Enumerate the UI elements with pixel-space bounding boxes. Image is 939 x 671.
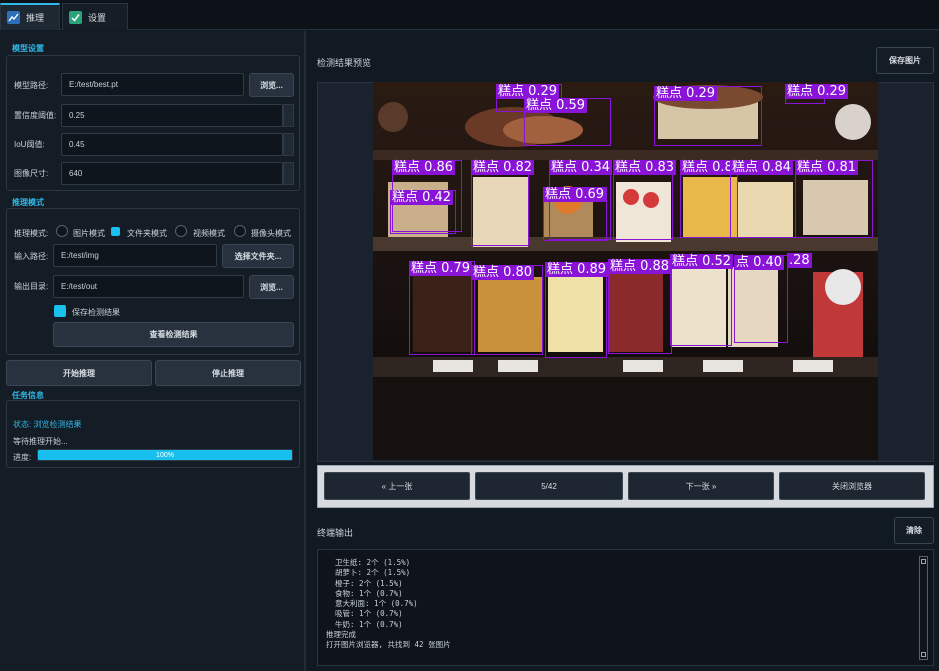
detection-label: 糕点 0.69 (543, 187, 607, 202)
terminal-output[interactable]: 卫生纸: 2个 (1.5%) 胡萝卜: 2个 (1.5%) 橙子: 2个 (1.… (317, 549, 934, 666)
detection-label: 糕点 0.81 (795, 160, 859, 175)
radio-label: 摄像头模式 (251, 229, 291, 238)
next-image-button[interactable]: 下一张 » (628, 472, 774, 500)
detection-label: 糕点 0.83 (613, 160, 677, 175)
terminal-line: 橙子: 2个 (1.5%) (326, 578, 403, 588)
stop-inference-button[interactable]: 停止推理 (155, 360, 301, 386)
view-results-button[interactable]: 查看检测结果 (53, 322, 294, 347)
inference-mode-title: 推理模式 (12, 198, 44, 207)
model-browse-button[interactable]: 浏览... (249, 73, 294, 97)
output-browse-button[interactable]: 浏览... (249, 275, 294, 299)
input-path-input[interactable]: E:/test/img (53, 244, 217, 267)
progress-percent: 100% (156, 451, 174, 459)
terminal-line: 牛奶: 1个 (0.7%) (326, 619, 403, 629)
progress-fill: 100% (38, 450, 292, 460)
terminal-line: 推理完成 (326, 630, 356, 640)
detection-label: 糕点 0.52 (670, 254, 734, 269)
terminal-scrollbar[interactable] (919, 556, 928, 660)
start-inference-button[interactable]: 开始推理 (6, 360, 152, 386)
detection-label: 糕点 0.82 (471, 160, 535, 175)
detection-label: 糕点 0.29 (785, 84, 849, 99)
save-results-checkbox[interactable] (54, 305, 66, 317)
status-message: 等待推理开始... (13, 437, 68, 446)
detection-label: .28 (787, 253, 812, 268)
tab-settings[interactable]: 设置 (62, 3, 128, 30)
model-path-label: 模型路径: (14, 81, 49, 90)
conf-label: 置信度阈值: (14, 111, 57, 120)
radio-video-mode[interactable] (175, 225, 187, 237)
scroll-down-arrow-icon[interactable] (921, 652, 926, 657)
save-results-label: 保存检测结果 (72, 308, 120, 317)
radio-folder-mode[interactable] (111, 227, 120, 236)
image-size-input[interactable]: 640 (61, 162, 283, 185)
scroll-up-arrow-icon[interactable] (921, 559, 926, 564)
clear-terminal-button[interactable]: 清除 (894, 517, 934, 544)
conf-threshold-input[interactable]: 0.25 (61, 104, 283, 127)
detection-label: 糕点 0.42 (390, 190, 454, 205)
model-path-input[interactable]: E:/test/best.pt (61, 73, 244, 96)
radio-image-mode[interactable] (56, 225, 68, 237)
prev-image-button[interactable]: « 上一张 (324, 472, 470, 500)
output-dir-input[interactable]: E:/test/out (53, 275, 244, 298)
tab-bar: 推理 设置 (0, 0, 939, 30)
detection-label: 糕点 0.34 (549, 160, 613, 175)
input-path-label: 输入路径: (14, 252, 49, 261)
radio-label: 视频模式 (193, 229, 225, 238)
chart-line-icon (7, 11, 20, 24)
terminal-line: 胡萝卜: 2个 (1.5%) (326, 568, 411, 578)
iou-label: IoU阈值: (14, 140, 45, 149)
imgsz-spinner[interactable] (283, 162, 294, 185)
iou-spinner[interactable] (283, 133, 294, 156)
image-counter: 5/42 (475, 472, 623, 500)
close-browser-button[interactable]: 关闭浏览器 (779, 472, 925, 500)
output-dir-label: 输出目录: (14, 282, 49, 291)
radio-camera-mode[interactable] (234, 225, 246, 237)
conf-spinner[interactable] (283, 104, 294, 127)
radio-label: 文件夹模式 (127, 229, 167, 238)
tab-label: 推理 (26, 13, 45, 23)
detection-label: 糕点 0.88 (608, 259, 672, 274)
detection-label: 糕点 0.8 (680, 160, 735, 175)
terminal-line: 打开图片浏览器, 共找到 42 张图片 (326, 640, 451, 650)
radio-label: 图片模式 (73, 229, 105, 238)
detection-label: 糕点 0.86 (392, 160, 456, 175)
detection-label: 点 0.40 (734, 255, 785, 270)
terminal-line: 吸管: 1个 (0.7%) (326, 609, 403, 619)
preview-title: 检测结果预览 (317, 58, 372, 68)
status-text: 状态: 浏览检测结果 (13, 420, 82, 429)
detection-label: 糕点 0.29 (654, 86, 718, 101)
detection-label: 糕点 0.84 (730, 160, 794, 175)
terminal-title: 终端输出 (317, 528, 354, 538)
detection-label: 糕点 0.29 (496, 84, 560, 99)
detection-label: 糕点 0.89 (545, 262, 609, 277)
progress-bar: 100% (37, 449, 293, 461)
iou-threshold-input[interactable]: 0.45 (61, 133, 283, 156)
select-folder-button[interactable]: 选择文件夹... (222, 244, 294, 268)
mode-label: 推理模式: (14, 229, 49, 238)
detection-label: 糕点 0.79 (409, 261, 473, 276)
model-settings-title: 模型设置 (12, 44, 44, 53)
terminal-line: 食物: 1个 (0.7%) (326, 588, 403, 598)
terminal-line: 意大利面: 1个 (0.7%) (326, 599, 418, 609)
progress-label: 进度: (13, 453, 32, 462)
detection-label: 糕点 0.59 (524, 98, 588, 113)
checkbox-settings-icon (69, 10, 82, 24)
terminal-line: 卫生纸: 2个 (1.5%) (326, 558, 411, 567)
save-image-button[interactable]: 保存图片 (876, 47, 934, 74)
detection-label: 糕点 0.80 (471, 265, 535, 280)
tab-inference[interactable]: 推理 (0, 3, 60, 30)
tab-label: 设置 (88, 12, 107, 23)
imgsz-label: 图像尺寸: (14, 169, 49, 178)
